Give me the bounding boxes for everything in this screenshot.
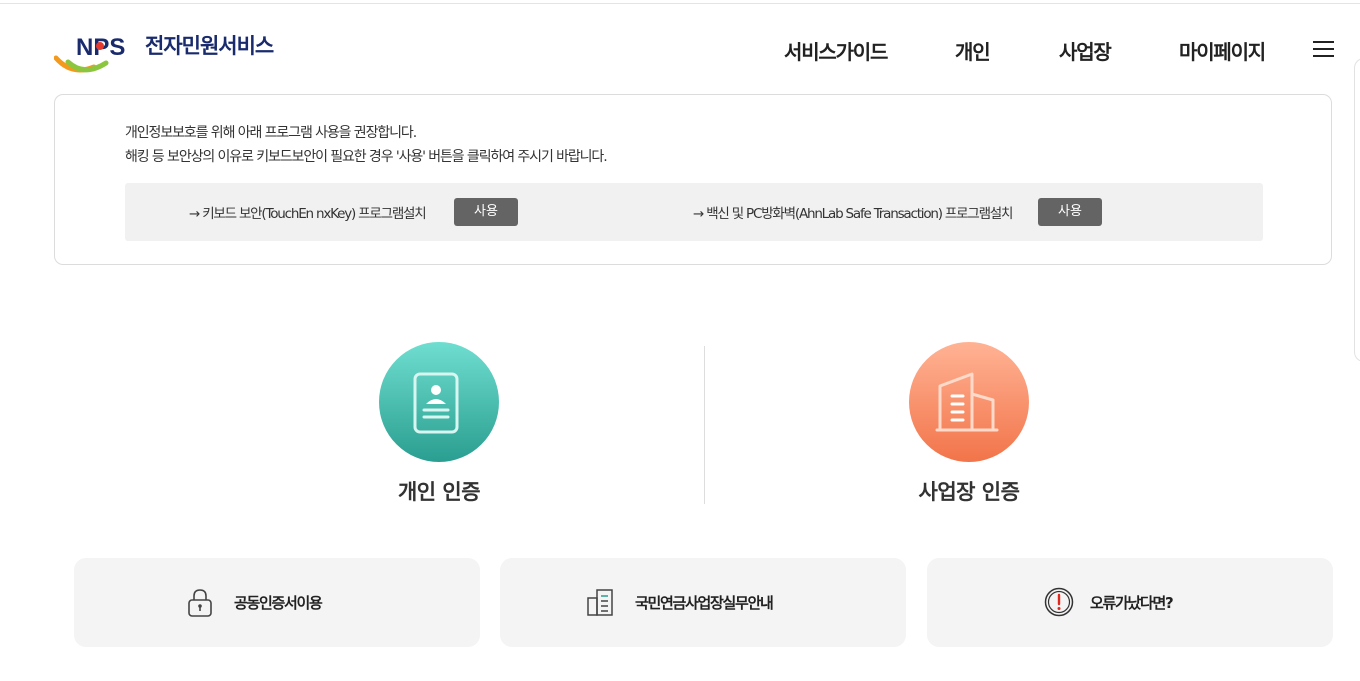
- business-auth-title: 사업장 인증: [918, 480, 1020, 504]
- card-joint-certificate[interactable]: 공동인증서이용: [74, 558, 480, 647]
- id-card-icon: [413, 372, 459, 434]
- business-auth[interactable]: 사업장 인증: [869, 342, 1069, 506]
- nps-logo[interactable]: NPS 전자민원서비스: [54, 30, 284, 74]
- keyboard-security-label: → 키보드 보안(TouchEn nxKey) 프로그램설치: [189, 206, 427, 222]
- alert-circle-icon: [1044, 587, 1074, 617]
- antivirus-firewall-use-button[interactable]: 사용: [1038, 198, 1102, 226]
- logo-title: 전자민원서비스: [145, 34, 274, 58]
- page: NPS 전자민원서비스 서비스가이드 개인 사업장 마이페이지 개인정보보호를 …: [0, 0, 1360, 681]
- hamburger-menu-icon[interactable]: [1313, 40, 1335, 58]
- program-install-bar: → 키보드 보안(TouchEn nxKey) 프로그램설치 사용 → 백신 및…: [125, 183, 1263, 241]
- auth-divider: [704, 346, 705, 504]
- card-business-guide-label: 국민연금사업장실무안내: [635, 594, 774, 612]
- personal-auth[interactable]: 개인 인증: [339, 342, 539, 506]
- security-notice-box: 개인정보보호를 위해 아래 프로그램 사용을 권장합니다. 해킹 등 보안상의 …: [54, 94, 1332, 265]
- top-divider: [0, 3, 1360, 4]
- nav-mypage[interactable]: 마이페이지: [1179, 36, 1266, 65]
- card-business-guide[interactable]: 국민연금사업장실무안내: [500, 558, 906, 647]
- building-icon: [935, 372, 999, 432]
- nav-personal[interactable]: 개인: [955, 36, 991, 65]
- personal-auth-circle: [379, 342, 499, 462]
- business-auth-circle: [909, 342, 1029, 462]
- antivirus-firewall-label: → 백신 및 PC방화벽(AhnLab Safe Transaction) 프로…: [693, 206, 1013, 222]
- nps-logo-mark-icon: NPS: [54, 34, 125, 73]
- card-joint-certificate-label: 공동인증서이용: [234, 594, 323, 612]
- notice-line-2: 해킹 등 보안상의 이유로 키보드보안이 필요한 경우 '사용' 버튼을 클릭하…: [125, 149, 608, 165]
- keyboard-security-use-button[interactable]: 사용: [454, 198, 518, 226]
- nav-business[interactable]: 사업장: [1059, 36, 1112, 65]
- notice-line-1: 개인정보보호를 위해 아래 프로그램 사용을 권장합니다.: [125, 125, 417, 141]
- nav-service-guide[interactable]: 서비스가이드: [784, 36, 888, 65]
- document-building-icon: [587, 589, 613, 616]
- personal-auth-title: 개인 인증: [397, 480, 481, 504]
- side-panel-edge: [1354, 58, 1360, 362]
- lock-icon: [188, 589, 212, 617]
- card-error-help-label: 오류가났다면?: [1090, 594, 1174, 612]
- card-error-help[interactable]: 오류가났다면?: [927, 558, 1333, 647]
